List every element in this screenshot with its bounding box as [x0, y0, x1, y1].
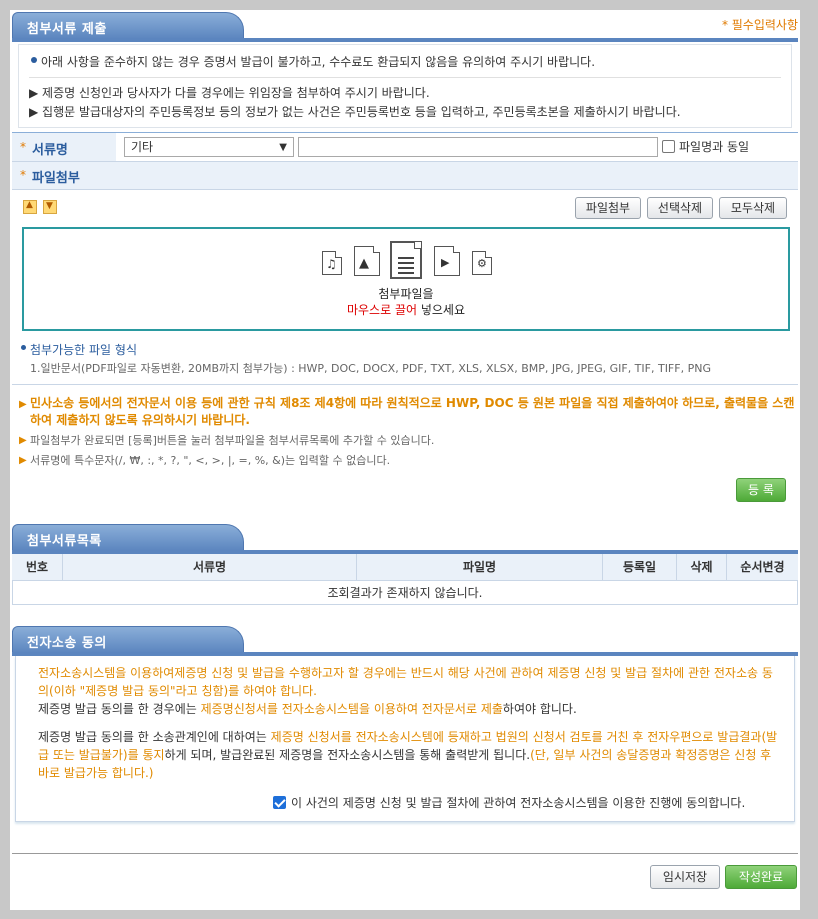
- consent-box: 전자소송시스템을 이용하여제증명 신청 및 발급을 수행하고자 할 경우에는 반…: [15, 656, 795, 822]
- docname-label: 서류명: [32, 143, 68, 158]
- table-header: 번호 서류명 파일명 등록일 삭제 순서변경: [12, 554, 798, 581]
- section-title: 첨부서류목록: [27, 534, 102, 549]
- attach-file-button[interactable]: 파일첨부: [575, 197, 641, 219]
- drop-text-rest: 넣으세요: [417, 303, 466, 317]
- formats-title: 첨부가능한 파일 형식: [30, 343, 137, 357]
- notice-item: ▶ 제증명 신청인과 당사자가 다를 경우에는 위임장을 첨부하여 주시기 바랍…: [29, 86, 430, 100]
- warning-special-chars: 서류명에 특수문자(/, ₩, :, *, ?, ", <, >, |, =, …: [30, 454, 391, 467]
- drop-text-line2: 마우스로 끌어 넣으세요: [24, 301, 788, 318]
- drop-text-emphasis: 마우스로 끌어: [346, 303, 418, 317]
- notice-line: 아래 사항을 준수하지 않는 경우 증명서 발급이 불가하고, 수수료도 환급되…: [41, 55, 596, 69]
- drop-text-line1: 첨부파일을: [378, 287, 434, 301]
- arrow-right-icon: ▶: [19, 399, 27, 410]
- column-header: 등록일: [603, 554, 677, 580]
- column-header: 번호: [12, 554, 63, 580]
- attach-label: 파일첨부: [32, 171, 80, 186]
- move-down-icon[interactable]: ▼: [43, 200, 57, 214]
- formats-line: 1.일반문서(PDF파일로 자동변환, 20MB까지 첨부가능) : HWP, …: [30, 362, 711, 375]
- text-emphasis: 제증명신청서를 전자소송시스템을 이용하여 전자문서로 제출: [200, 702, 503, 716]
- column-header: 삭제: [677, 554, 727, 580]
- column-header: 순서변경: [740, 560, 785, 574]
- docname-select-value: 기타: [131, 140, 154, 154]
- section-title: 첨부서류 제출: [27, 22, 107, 37]
- notice-box: 아래 사항을 준수하지 않는 경우 증명서 발급이 불가하고, 수수료도 환급되…: [18, 44, 792, 128]
- text-segment: 제증명 발급 동의를 한 경우에는: [38, 702, 201, 716]
- same-as-filename-label: 파일명과 동일: [679, 140, 750, 154]
- table-empty-row: 조회결과가 존재하지 않습니다.: [12, 581, 798, 605]
- warning-register: 파일첨부가 완료되면 [등록]버튼을 눌러 첨부파일을 첨부서류목록에 추가할 …: [30, 434, 435, 447]
- select-delete-button[interactable]: 선택삭제: [647, 197, 713, 219]
- document-file-icon: [390, 241, 422, 279]
- audio-file-icon: ♫: [322, 251, 342, 275]
- bullet-icon: [31, 57, 37, 63]
- consent-paragraph-2: 제증명 발급 동의를 한 경우에는 제증명신청서를 전자소송시스템을 이용하여 …: [38, 700, 778, 718]
- arrow-right-icon: ▶: [19, 455, 27, 466]
- chevron-down-icon: ▼: [279, 142, 287, 153]
- docname-select[interactable]: 기타 ▼: [124, 137, 294, 157]
- file-drop-zone[interactable]: ♫ ▲ ▶ ⚙ 첨부파일을 마우스로 끌어 넣으세요: [22, 227, 790, 331]
- consent-checkbox[interactable]: [273, 796, 286, 809]
- section-title: 전자소송 동의: [27, 636, 107, 651]
- complete-button[interactable]: 작성완료: [725, 865, 797, 889]
- consent-paragraph-1: 전자소송시스템을 이용하여제증명 신청 및 발급을 수행하고자 할 경우에는 반…: [38, 666, 773, 698]
- required-note: * 필수입력사항: [721, 18, 798, 32]
- image-file-icon: ▲: [354, 246, 380, 276]
- consent-paragraph-3: 제증명 발급 동의를 한 소송관계인에 대하여는 제증명 신청서를 전자소송시스…: [38, 728, 778, 782]
- register-button[interactable]: 등 록: [736, 478, 786, 502]
- move-up-icon[interactable]: ▲: [23, 200, 37, 214]
- bullet-icon: [21, 345, 26, 350]
- temp-save-button[interactable]: 임시저장: [650, 865, 720, 889]
- same-as-filename-checkbox[interactable]: [662, 140, 675, 153]
- text-segment: 제증명 발급 동의를 한 소송관계인에 대하여는: [38, 730, 271, 744]
- notice-item: ▶ 집행문 발급대상자의 주민등록정보 등의 정보가 없는 사건은 주민등록번호…: [29, 105, 681, 119]
- column-header: 서류명: [63, 554, 357, 580]
- delete-all-button[interactable]: 모두삭제: [719, 197, 787, 219]
- docname-label-cell: * 서류명: [12, 133, 116, 161]
- attach-label-row: * 파일첨부: [12, 162, 798, 189]
- consent-agree-label: 이 사건의 제증명 신청 및 발급 절차에 관하여 전자소송시스템을 이용한 진…: [291, 796, 746, 810]
- text-segment: 하게 되며, 발급완료된 제증명을 전자소송시스템을 통해 출력받게 됩니다.: [164, 748, 531, 762]
- docname-input[interactable]: [298, 137, 658, 157]
- video-file-icon: ▶: [434, 246, 460, 276]
- settings-file-icon: ⚙: [472, 251, 492, 275]
- page: 첨부서류 제출 * 필수입력사항 아래 사항을 준수하지 않는 경우 증명서 발…: [10, 10, 800, 910]
- warning-bold: 민사소송 등에서의 전자문서 이용 등에 관한 규칙 제8조 제4항에 따라 원…: [30, 396, 795, 427]
- text-segment: 하여야 합니다.: [502, 702, 577, 716]
- arrow-right-icon: ▶: [19, 435, 27, 446]
- column-header: 파일명: [357, 554, 603, 580]
